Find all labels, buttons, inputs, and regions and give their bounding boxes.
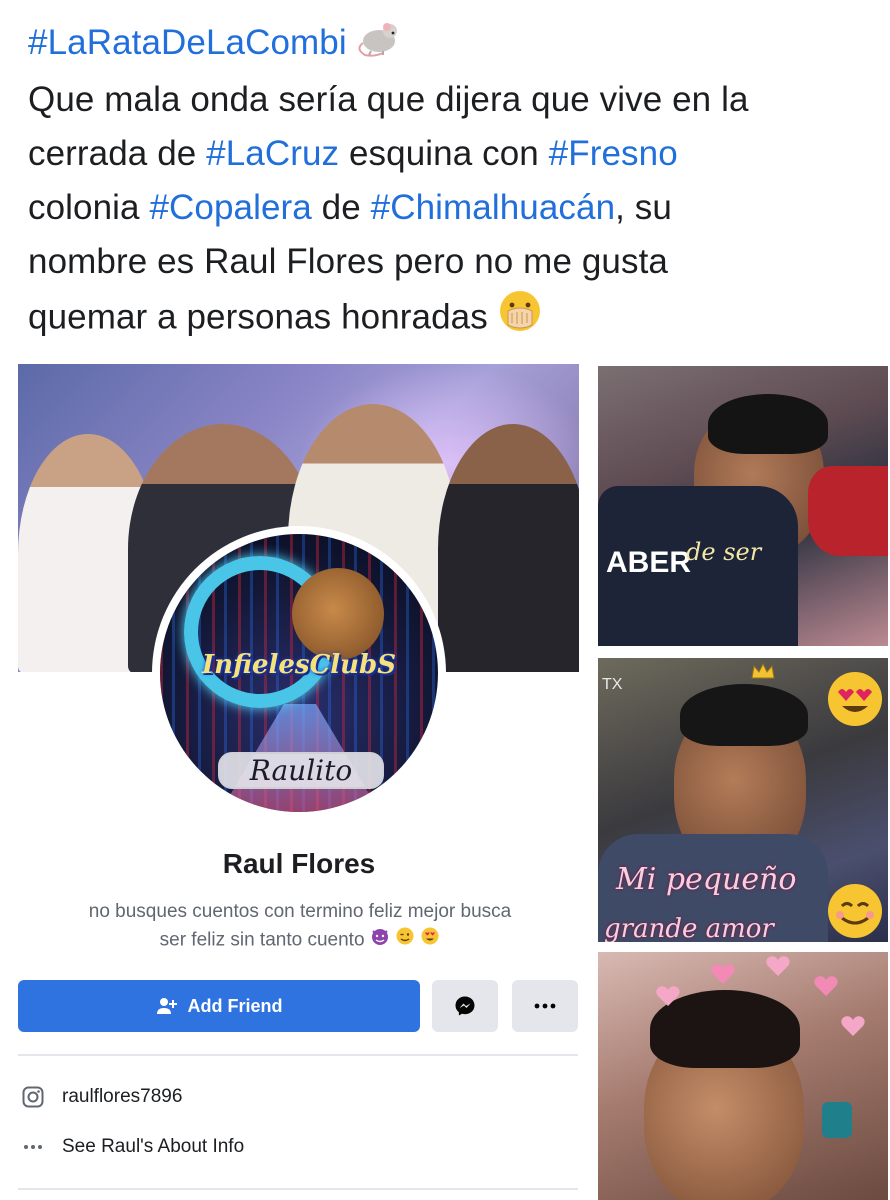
post-text-run: colonia: [28, 187, 150, 227]
photo2-overlay-text: Mi pequeño: [616, 862, 797, 897]
heart-eyes-sticker-icon: [826, 670, 884, 733]
photo2-hair: [680, 684, 808, 746]
profile-name: Raul Flores: [222, 848, 376, 879]
profile-card: InfielesClubS Raulito Raul Flores no bus…: [0, 362, 590, 1200]
bio-line-2-text: ser feliz sin tanto cuento: [159, 929, 365, 951]
add-friend-label: Add Friend: [187, 995, 283, 1016]
post-text-run: Que mala onda sería que dijera que vive …: [28, 79, 749, 119]
profile-divider-bottom: [18, 1188, 578, 1190]
instagram-icon: [18, 1082, 48, 1112]
photo2-overlay-text-2: grande amor: [604, 914, 774, 942]
hashtag-link[interactable]: #LaCruz: [206, 134, 339, 173]
more-options-button[interactable]: [512, 980, 578, 1032]
avatar-image: InfielesClubS Raulito: [160, 534, 438, 812]
instagram-handle: raulflores7896: [62, 1086, 183, 1107]
profile-divider-top: [18, 1054, 578, 1056]
rat-icon: [357, 17, 403, 73]
messenger-button[interactable]: [432, 980, 498, 1032]
add-friend-button[interactable]: Add Friend: [18, 980, 420, 1032]
heart-eyes-emoji-icon: [420, 926, 440, 955]
hand-over-mouth-icon: [498, 289, 542, 349]
post-text: #LaRataDeLaCombi Que mala onda sería que…: [28, 16, 868, 349]
smile-sticker-icon: [826, 882, 884, 942]
photo-selfie-2[interactable]: TX Mi pequeño grande amor: [598, 658, 888, 942]
avatar-mascot: [292, 568, 384, 660]
photo2-corner-text: TX: [602, 676, 623, 693]
hashtag-link[interactable]: #Copalera: [149, 188, 311, 227]
avatar-brand-text: InfielesClubS: [202, 650, 396, 680]
devil-emoji-icon: [370, 926, 390, 955]
about-info-label: See Raul's About Info: [62, 1136, 245, 1157]
about-info-row[interactable]: See Raul's About Info: [18, 1130, 578, 1164]
post-text-run: quemar a personas honradas: [28, 297, 498, 336]
post-text-run: esquina con: [339, 133, 549, 173]
post-text-run: cerrada de: [28, 133, 207, 173]
add-friend-icon: [156, 996, 178, 1016]
post-text-run: de: [311, 187, 371, 227]
instagram-row[interactable]: raulflores7896: [18, 1080, 578, 1114]
photo3-wristband: [822, 1102, 852, 1138]
profile-avatar[interactable]: InfielesClubS Raulito: [152, 526, 446, 820]
post-text-run: , su: [615, 187, 672, 227]
post-text-run: nombre es Raul Flores pero no me gusta: [28, 241, 668, 281]
more-horizontal-icon: [18, 1132, 48, 1162]
profile-bio: no busques cuentos con termino feliz mej…: [30, 898, 570, 955]
photo1-shirt-text: ABER: [606, 546, 692, 579]
photo1-overlay-text: de ser: [686, 538, 762, 566]
post-text-run: [347, 23, 357, 62]
hashtag-link[interactable]: #Chimalhuacán: [371, 188, 616, 227]
bio-line-2: ser feliz sin tanto cuento: [30, 926, 570, 955]
more-dots-icon: [534, 1003, 556, 1009]
heart-crown-icon: [638, 956, 878, 1051]
wink-emoji-icon: [395, 926, 415, 955]
avatar-nickname: Raulito: [218, 752, 384, 789]
photo1-hair: [708, 394, 828, 454]
cover-person-4: [438, 424, 579, 672]
hashtag-link[interactable]: #LaRataDeLaCombi: [28, 23, 347, 62]
messenger-icon: [454, 995, 476, 1017]
bio-line-1: no busques cuentos con termino feliz mej…: [88, 901, 512, 922]
photo1-red-umbrella: [808, 466, 888, 556]
photo-selfie-1[interactable]: ABER de ser: [598, 366, 888, 646]
hashtag-link[interactable]: #Fresno: [549, 134, 678, 173]
photo-selfie-3[interactable]: [598, 952, 888, 1200]
crown-sticker-icon: [750, 662, 776, 685]
